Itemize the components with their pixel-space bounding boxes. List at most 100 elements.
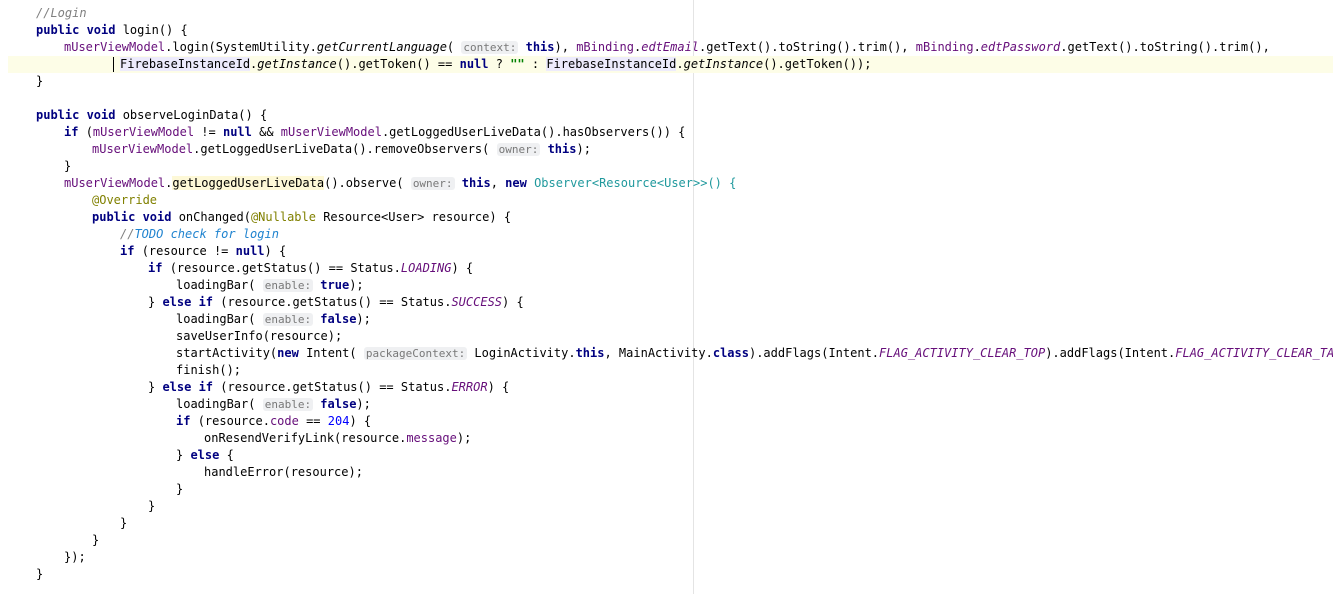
code-token: FLAG_ACTIVITY_CLEAR_TASK [1175, 346, 1333, 360]
code-line[interactable]: startActivity(new Intent( packageContext… [8, 345, 1333, 362]
code-token: 204 [328, 414, 350, 428]
code-token: ); [328, 329, 342, 343]
code-token: packageContext: [364, 347, 467, 360]
code-line[interactable]: saveUserInfo(resource); [8, 328, 1333, 345]
code-token: . [676, 57, 683, 71]
code-line[interactable]: handleError(resource); [8, 464, 1333, 481]
code-token: @Nullable [251, 210, 316, 224]
code-editor[interactable]: //Loginpublic void login() {mUserViewMod… [0, 0, 1333, 583]
code-line[interactable]: loadingBar( enable: false); [8, 311, 1333, 328]
code-line[interactable]: } [8, 73, 1333, 90]
code-token: ( [86, 125, 93, 139]
code-token: if [148, 261, 170, 275]
code-token: finish(); [176, 363, 241, 377]
code-token: ); [457, 431, 471, 445]
code-token: observeLoginData() { [123, 108, 268, 122]
code-token: getLoggedUserLiveData [172, 176, 324, 190]
code-token: ( [170, 261, 177, 275]
code-line[interactable]: loadingBar( enable: false); [8, 396, 1333, 413]
code-token: mUserViewModel [64, 40, 165, 54]
code-token: false [320, 397, 356, 411]
code-token: this [576, 346, 605, 360]
code-token: .getLoggedUserLiveData().hasObservers())… [382, 125, 685, 139]
code-token [455, 176, 462, 190]
code-token: } [176, 448, 190, 462]
code-token: resource [270, 329, 328, 343]
code-token: FirebaseInstanceId [546, 57, 676, 71]
code-line[interactable]: FirebaseInstanceId.getInstance().getToke… [8, 56, 1333, 73]
code-token: //Login [36, 6, 87, 20]
code-line[interactable]: }); [8, 549, 1333, 566]
code-token: Observer<Resource<User>>() { [534, 176, 736, 190]
code-token: } [36, 567, 43, 581]
code-line[interactable]: if (mUserViewModel != null && mUserViewM… [8, 124, 1333, 141]
code-line[interactable]: finish(); [8, 362, 1333, 379]
code-token: else if [162, 295, 220, 309]
code-line[interactable]: if (resource != null) { [8, 243, 1333, 260]
code-token: Resource<User> resource) { [316, 210, 511, 224]
code-token: } [148, 499, 155, 513]
code-line[interactable]: } else if (resource.getStatus() == Statu… [8, 379, 1333, 396]
code-line[interactable]: if (resource.code == 204) { [8, 413, 1333, 430]
code-token: mUserViewModel [281, 125, 382, 139]
code-token: mUserViewModel [93, 125, 194, 139]
code-token: LoginActivity. [467, 346, 575, 360]
code-line[interactable]: mUserViewModel.getLoggedUserLiveData().r… [8, 141, 1333, 158]
code-token: mBinding [916, 40, 974, 54]
code-token: owner: [497, 143, 541, 156]
code-token: ().getToken()); [763, 57, 871, 71]
code-token: loadingBar( [176, 278, 263, 292]
code-token: } [120, 516, 127, 530]
code-token: .getText().toString().trim(), [1060, 40, 1270, 54]
code-token: mUserViewModel [64, 176, 165, 190]
code-token: .getText().toString().trim(), [699, 40, 916, 54]
code-token: .getStatus() == Status. [285, 380, 451, 394]
code-token: } [148, 295, 162, 309]
code-token: ); [576, 142, 590, 156]
code-token: public void [36, 108, 123, 122]
code-token: code [270, 414, 299, 428]
code-token: class [713, 346, 749, 360]
code-line[interactable]: } else { [8, 447, 1333, 464]
code-line[interactable]: } [8, 158, 1333, 175]
code-token [518, 40, 525, 54]
code-token: new [277, 346, 306, 360]
code-token: this [526, 40, 555, 54]
code-line[interactable]: mUserViewModel.getLoggedUserLiveData().o… [8, 175, 1333, 192]
code-token: } [92, 533, 99, 547]
code-token: public void [92, 210, 179, 224]
code-token: }); [64, 550, 86, 564]
code-line[interactable]: if (resource.getStatus() == Status.LOADI… [8, 260, 1333, 277]
code-line[interactable]: @Override [8, 192, 1333, 209]
code-token: ); [349, 278, 363, 292]
code-token: if [64, 125, 86, 139]
code-token: loadingBar( [176, 397, 263, 411]
code-token: mBinding [576, 40, 634, 54]
code-token: new [505, 176, 534, 190]
code-line[interactable]: public void login() { [8, 22, 1333, 39]
code-line[interactable] [8, 90, 1333, 107]
code-line[interactable]: } [8, 515, 1333, 532]
code-line[interactable]: //Login [8, 5, 1333, 22]
code-line[interactable]: loadingBar( enable: true); [8, 277, 1333, 294]
code-line[interactable]: } [8, 532, 1333, 549]
code-line[interactable]: } [8, 498, 1333, 515]
code-token: saveUserInfo( [176, 329, 270, 343]
code-line[interactable]: //TODO check for login [8, 226, 1333, 243]
code-line[interactable]: } else if (resource.getStatus() == Statu… [8, 294, 1333, 311]
code-token: ) { [488, 380, 510, 394]
code-token: startActivity( [176, 346, 277, 360]
code-token: message [406, 431, 457, 445]
code-token: == [299, 414, 328, 428]
code-line[interactable]: } [8, 566, 1333, 583]
code-token: resource [149, 244, 207, 258]
code-token: Intent( [306, 346, 364, 360]
code-line[interactable]: } [8, 481, 1333, 498]
code-token [540, 142, 547, 156]
code-line[interactable]: public void onChanged(@Nullable Resource… [8, 209, 1333, 226]
code-token: resource [291, 465, 349, 479]
code-line[interactable]: public void observeLoginData() { [8, 107, 1333, 124]
code-token: "" [510, 57, 524, 71]
code-line[interactable]: mUserViewModel.login(SystemUtility.getCu… [8, 39, 1333, 56]
code-line[interactable]: onResendVerifyLink(resource.message); [8, 430, 1333, 447]
